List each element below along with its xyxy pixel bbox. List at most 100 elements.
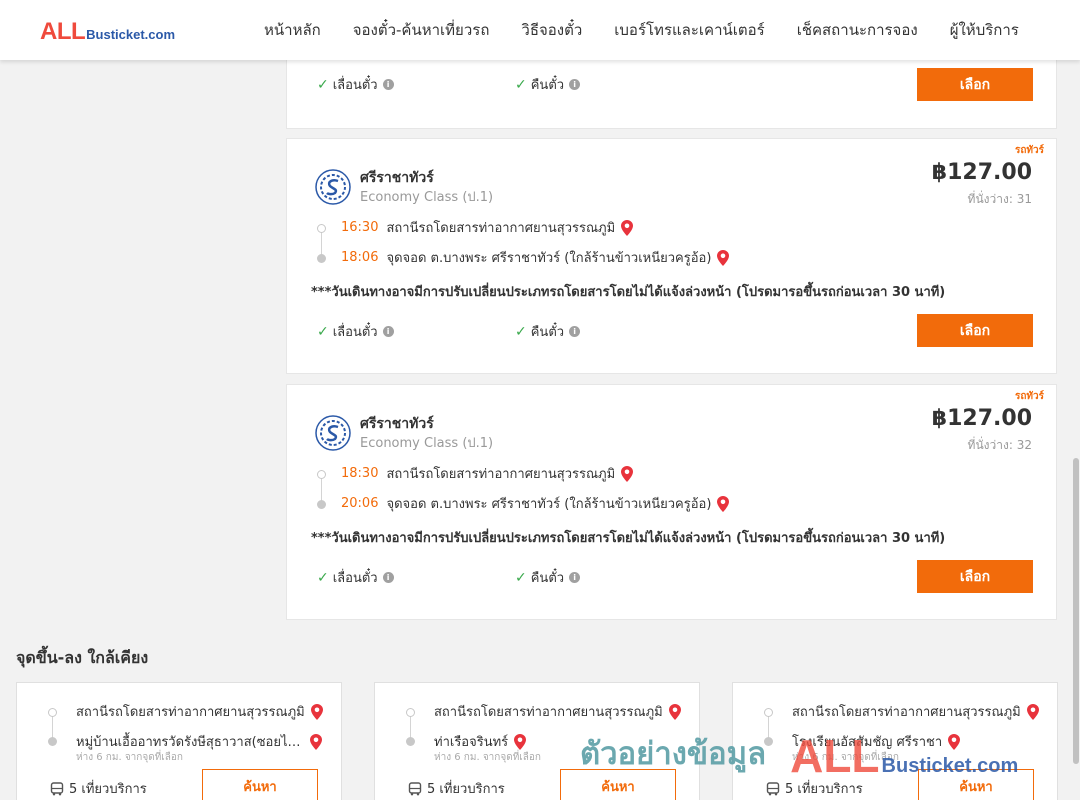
info-icon[interactable]: i <box>569 572 581 583</box>
map-pin-icon[interactable] <box>310 733 322 750</box>
map-pin-icon[interactable] <box>717 249 730 266</box>
operator-logo-icon <box>315 169 351 205</box>
nearby-origin: สถานีรถโดยสารท่าอากาศยานสุวรรณภูมิ <box>434 701 681 722</box>
destination-dot <box>48 737 57 746</box>
origin-dot <box>317 470 326 479</box>
bus-icon <box>766 781 780 795</box>
nearby-destination: โรงเรียนอัสสัมชัญ ศรีราชา <box>792 731 961 752</box>
ticket-price: ฿127.00 <box>931 406 1032 431</box>
trip-count-text: 5 เที่ยวบริการ <box>785 782 863 797</box>
bus-class: Economy Class (ป.1) <box>360 190 494 205</box>
main-nav: หน้าหลัก จองตั๋ว-ค้นหาเที่ยวรถ วิธีจองตั… <box>248 0 1035 60</box>
nearby-section-title: จุดขึ้น-ลง ใกล้เคียง <box>16 648 149 667</box>
nav-home[interactable]: หน้าหลัก <box>248 18 337 42</box>
arrival-time: 18:06 <box>341 250 379 265</box>
route-line <box>768 715 769 739</box>
info-icon[interactable]: i <box>382 572 394 583</box>
nav-operators[interactable]: ผู้ให้บริการ <box>934 18 1035 42</box>
check-icon: ✓ <box>317 323 329 340</box>
map-pin-icon[interactable] <box>621 465 634 482</box>
check-icon: ✓ <box>515 323 527 340</box>
arrival-place: จุดจอด ต.บางพระ ศรีราชาทัวร์ (ใกล้ร้านข้… <box>386 251 712 266</box>
logo-busticket-text: Busticket.com <box>86 27 176 42</box>
check-icon: ✓ <box>515 76 527 93</box>
map-pin-icon[interactable] <box>1026 703 1039 720</box>
arrival-stop: 20:06 จุดจอด ต.บางพระ ศรีราชาทัวร์ (ใกล้… <box>341 493 730 514</box>
nearby-search-button[interactable]: ค้นหา <box>202 769 318 800</box>
nav-book-search[interactable]: จองตั๋ว-ค้นหาเที่ยวรถ <box>337 18 506 42</box>
bus-type-badge: รถทัวร์ <box>1014 391 1044 402</box>
map-pin-icon[interactable] <box>668 703 681 720</box>
nearby-destination-text: ท่าเรือจรินทร์ <box>434 735 509 750</box>
route-line <box>52 715 53 739</box>
map-pin-icon[interactable] <box>948 733 961 750</box>
bus-icon <box>50 781 64 795</box>
nearby-destination-text: โรงเรียนอัสสัมชัญ ศรีราชา <box>792 735 943 750</box>
bus-icon <box>408 781 422 795</box>
map-pin-icon[interactable] <box>310 703 323 720</box>
feature-label: เลื่อนตั๋ว <box>332 571 378 586</box>
nearby-search-button[interactable]: ค้นหา <box>560 769 676 800</box>
nearby-trip-count: 5 เที่ยวบริการ <box>408 778 505 799</box>
trip-count-text: 5 เที่ยวบริการ <box>69 782 147 797</box>
nav-how-to-book[interactable]: วิธีจองตั๋ว <box>505 18 598 42</box>
nearby-distance: ห่าง 6 กม. จากจุดที่เลือก <box>76 752 183 763</box>
info-icon[interactable]: i <box>382 326 394 337</box>
seats-available: ที่นั่งว่าง: 32 <box>968 436 1032 455</box>
departure-place: สถานีรถโดยสารท่าอากาศยานสุวรรณภูมิ <box>386 221 616 236</box>
nearby-origin-text: สถานีรถโดยสารท่าอากาศยานสุวรรณภูมิ <box>434 705 663 720</box>
select-trip-button[interactable]: เลือก <box>917 314 1033 347</box>
check-icon: ✓ <box>515 569 527 586</box>
nearby-origin: สถานีรถโดยสารท่าอากาศยานสุวรรณภูมิ <box>792 701 1039 722</box>
logo-all-text: ALL <box>40 18 86 45</box>
seats-count: 31 <box>1016 192 1032 206</box>
destination-dot <box>317 500 326 509</box>
trip-count-text: 5 เที่ยวบริการ <box>427 782 505 797</box>
nearby-trip-count: 5 เที่ยวบริการ <box>766 778 863 799</box>
destination-dot <box>406 737 415 746</box>
departure-stop: 18:30 สถานีรถโดยสารท่าอากาศยานสุวรรณภูมิ <box>341 463 634 484</box>
feature-reschedule: ✓ เลื่อนตั๋ว i <box>317 567 394 588</box>
nearby-distance: ห่าง 6 กม. จากจุดที่เลือก <box>792 752 899 763</box>
seats-label: ที่นั่งว่าง: <box>967 438 1013 452</box>
operator-logo-icon <box>315 415 351 451</box>
info-icon[interactable]: i <box>569 79 581 90</box>
nearby-destination-text: หมู่บ้านเอื้ออาทรวัดรังษีสุธาวาส(ซอยไทยง… <box>76 735 304 750</box>
bus-class: Economy Class (ป.1) <box>360 436 494 451</box>
site-header: ALL Busticket.com หน้าหลัก จองตั๋ว-ค้นหา… <box>0 0 1080 60</box>
feature-label: คืนตั๋ว <box>530 571 565 586</box>
map-pin-icon[interactable] <box>717 495 730 512</box>
feature-label: เลื่อนตั๋ว <box>332 78 378 93</box>
info-icon[interactable]: i <box>569 326 581 337</box>
select-trip-button[interactable]: เลือก <box>917 68 1033 101</box>
nav-contacts[interactable]: เบอร์โทรและเคาน์เตอร์ <box>598 18 780 42</box>
nearby-search-button[interactable]: ค้นหา <box>918 769 1034 800</box>
scrollbar-thumb[interactable] <box>1073 458 1079 764</box>
nearby-destination: ท่าเรือจรินทร์ <box>434 731 527 752</box>
route-line <box>410 715 411 739</box>
trip-notice: ***วันเดินทางอาจมีการปรับเปลี่ยนประเภทรถ… <box>311 285 946 300</box>
nearby-route-card: สถานีรถโดยสารท่าอากาศยานสุวรรณภูมิ หมู่บ… <box>16 682 342 800</box>
nearby-origin-text: สถานีรถโดยสารท่าอากาศยานสุวรรณภูมิ <box>792 705 1021 720</box>
trip-notice: ***วันเดินทางอาจมีการปรับเปลี่ยนประเภทรถ… <box>311 531 946 546</box>
site-logo[interactable]: ALL Busticket.com <box>40 18 175 46</box>
departure-place: สถานีรถโดยสารท่าอากาศยานสุวรรณภูมิ <box>386 467 616 482</box>
feature-label: คืนตั๋ว <box>530 78 565 93</box>
check-icon: ✓ <box>317 76 329 93</box>
select-trip-button[interactable]: เลือก <box>917 560 1033 593</box>
nearby-origin-text: สถานีรถโดยสารท่าอากาศยานสุวรรณภูมิ <box>76 705 305 720</box>
nearby-destination: หมู่บ้านเอื้ออาทรวัดรังษีสุธาวาส(ซอยไทยง… <box>76 731 322 752</box>
map-pin-icon[interactable] <box>621 219 634 236</box>
trip-card: รถทัวร์ ศรีราชาทัวร์ Economy Class (ป.1)… <box>286 138 1057 374</box>
nav-check-booking[interactable]: เช็คสถานะการจอง <box>781 18 934 42</box>
feature-refund: ✓ คืนตั๋ว i <box>515 74 581 95</box>
ticket-price: ฿127.00 <box>931 160 1032 185</box>
map-pin-icon[interactable] <box>514 733 527 750</box>
feature-label: เลื่อนตั๋ว <box>332 325 378 340</box>
page-scrollbar[interactable] <box>1072 60 1080 800</box>
seats-label: ที่นั่งว่าง: <box>967 192 1013 206</box>
route-timeline: 18:30 สถานีรถโดยสารท่าอากาศยานสุวรรณภูมิ… <box>315 463 875 519</box>
arrival-place: จุดจอด ต.บางพระ ศรีราชาทัวร์ (ใกล้ร้านข้… <box>386 497 712 512</box>
seats-count: 32 <box>1016 438 1032 452</box>
info-icon[interactable]: i <box>382 79 394 90</box>
